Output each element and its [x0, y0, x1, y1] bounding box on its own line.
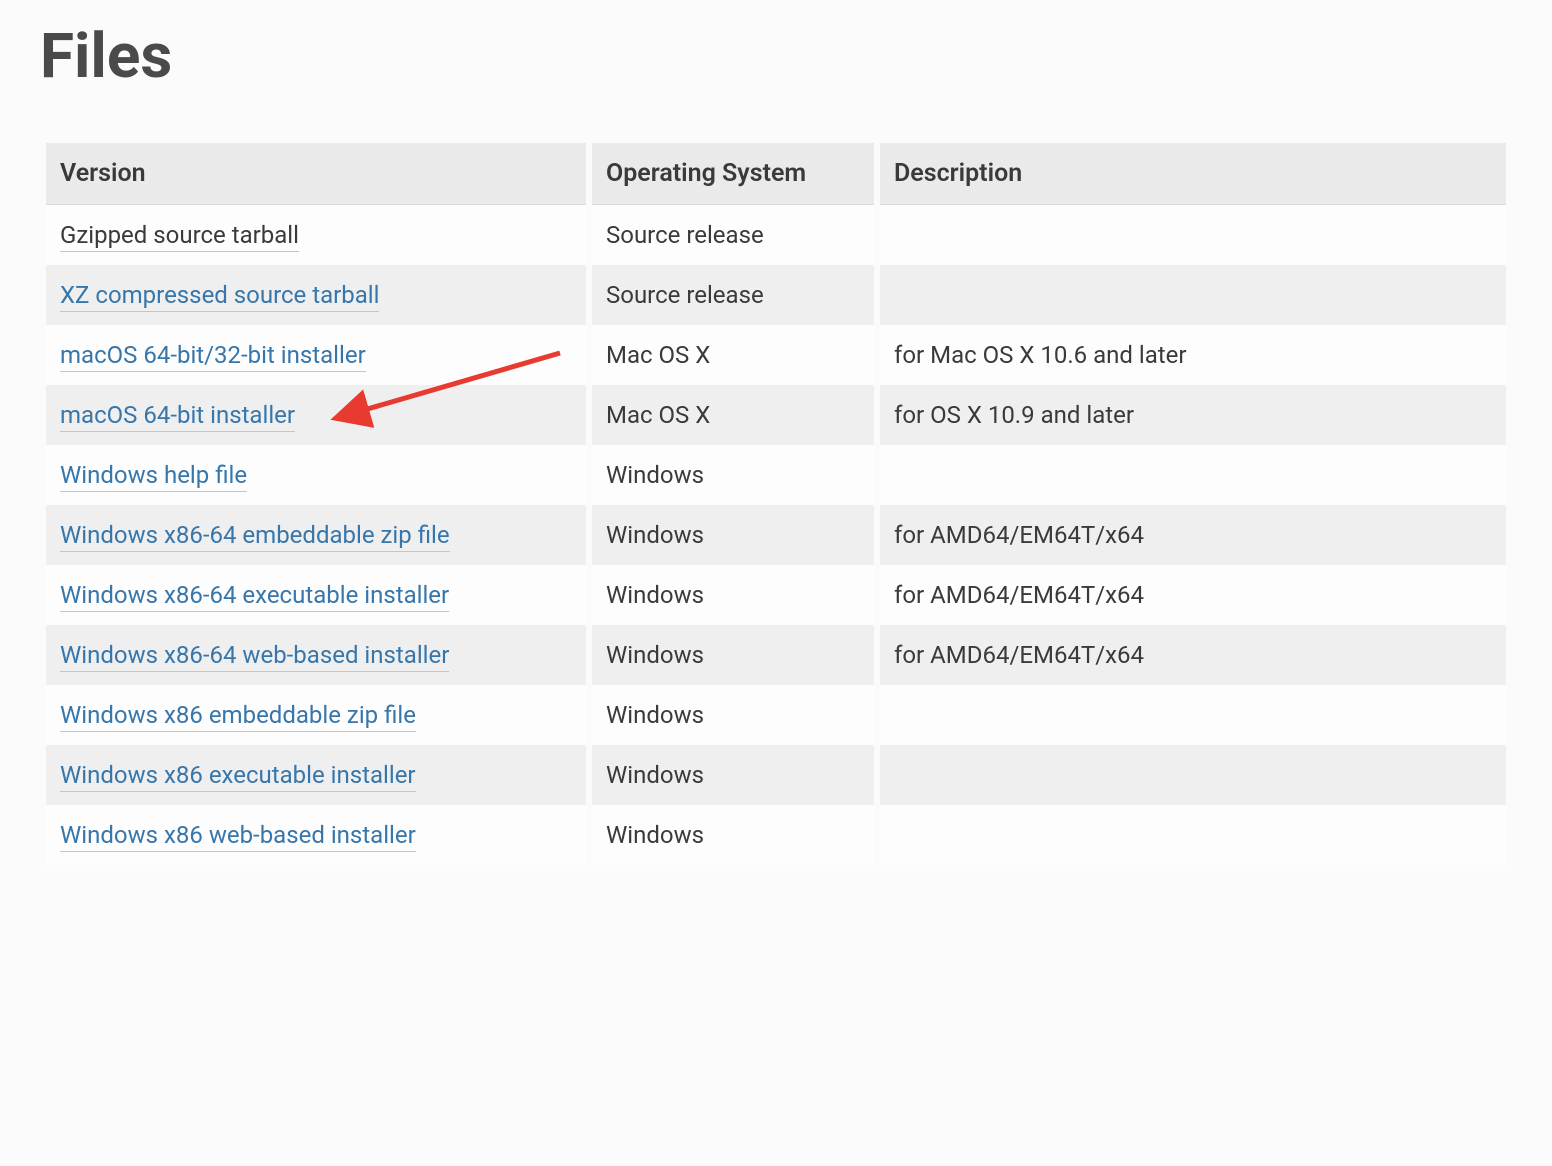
cell-description — [880, 265, 1506, 325]
table-row: Windows x86 web-based installer Windows — [46, 805, 1506, 865]
cell-os: Source release — [592, 205, 874, 265]
cell-version: Windows x86-64 executable installer — [46, 565, 586, 625]
download-link[interactable]: macOS 64-bit/32-bit installer — [60, 341, 366, 372]
download-link[interactable]: Windows x86-64 embeddable zip file — [60, 521, 450, 552]
download-link[interactable]: macOS 64-bit installer — [60, 401, 295, 432]
cell-os: Windows — [592, 625, 874, 685]
cell-description — [880, 745, 1506, 805]
col-header-os: Operating System — [592, 143, 874, 205]
cell-description — [880, 445, 1506, 505]
cell-description: for Mac OS X 10.6 and later — [880, 325, 1506, 385]
col-header-version: Version — [46, 143, 586, 205]
cell-os: Windows — [592, 805, 874, 865]
cell-description: for AMD64/EM64T/x64 — [880, 565, 1506, 625]
files-table: Version Operating System Description Gzi… — [40, 143, 1512, 865]
cell-version: macOS 64-bit/32-bit installer — [46, 325, 586, 385]
cell-version: Windows x86-64 web-based installer — [46, 625, 586, 685]
table-row: Windows x86 embeddable zip file Windows — [46, 685, 1506, 745]
download-link[interactable]: XZ compressed source tarball — [60, 281, 379, 312]
cell-description — [880, 685, 1506, 745]
download-link[interactable]: Gzipped source tarball — [60, 221, 299, 252]
cell-version: Gzipped source tarball — [46, 205, 586, 265]
table-row: Windows x86-64 executable installer Windo… — [46, 565, 1506, 625]
cell-os: Mac OS X — [592, 385, 874, 445]
table-row: Gzipped source tarball Source release — [46, 205, 1506, 265]
cell-description — [880, 205, 1506, 265]
download-link[interactable]: Windows x86 executable installer — [60, 761, 416, 792]
cell-version: Windows x86-64 embeddable zip file — [46, 505, 586, 565]
cell-os: Windows — [592, 745, 874, 805]
cell-os: Windows — [592, 565, 874, 625]
cell-os: Windows — [592, 505, 874, 565]
cell-version: Windows x86 web-based installer — [46, 805, 586, 865]
table-row: Windows x86-64 web-based installer Window… — [46, 625, 1506, 685]
download-link[interactable]: Windows x86 web-based installer — [60, 821, 416, 852]
download-link[interactable]: Windows help file — [60, 461, 247, 492]
cell-os: Mac OS X — [592, 325, 874, 385]
cell-os: Windows — [592, 445, 874, 505]
col-header-desc: Description — [880, 143, 1506, 205]
download-link[interactable]: Windows x86 embeddable zip file — [60, 701, 416, 732]
table-row: macOS 64-bit installer Mac OS Xfor OS X 1… — [46, 385, 1506, 445]
table-row: XZ compressed source tarball Source relea… — [46, 265, 1506, 325]
cell-description: for OS X 10.9 and later — [880, 385, 1506, 445]
cell-os: Source release — [592, 265, 874, 325]
cell-version: Windows x86 embeddable zip file — [46, 685, 586, 745]
files-table-container: Version Operating System Description Gzi… — [40, 143, 1512, 865]
download-link[interactable]: Windows x86-64 executable installer — [60, 581, 449, 612]
cell-description: for AMD64/EM64T/x64 — [880, 505, 1506, 565]
table-row: Windows help file Windows — [46, 445, 1506, 505]
table-row: Windows x86 executable installer Windows — [46, 745, 1506, 805]
table-row: Windows x86-64 embeddable zip file Window… — [46, 505, 1506, 565]
cell-version: XZ compressed source tarball — [46, 265, 586, 325]
table-row: macOS 64-bit/32-bit installer Mac OS Xfor… — [46, 325, 1506, 385]
cell-version: Windows x86 executable installer — [46, 745, 586, 805]
cell-version: Windows help file — [46, 445, 586, 505]
cell-version: macOS 64-bit installer — [46, 385, 586, 445]
page-title: Files — [40, 20, 1512, 93]
cell-description: for AMD64/EM64T/x64 — [880, 625, 1506, 685]
cell-description — [880, 805, 1506, 865]
download-link[interactable]: Windows x86-64 web-based installer — [60, 641, 449, 672]
cell-os: Windows — [592, 685, 874, 745]
table-header-row: Version Operating System Description — [46, 143, 1506, 205]
